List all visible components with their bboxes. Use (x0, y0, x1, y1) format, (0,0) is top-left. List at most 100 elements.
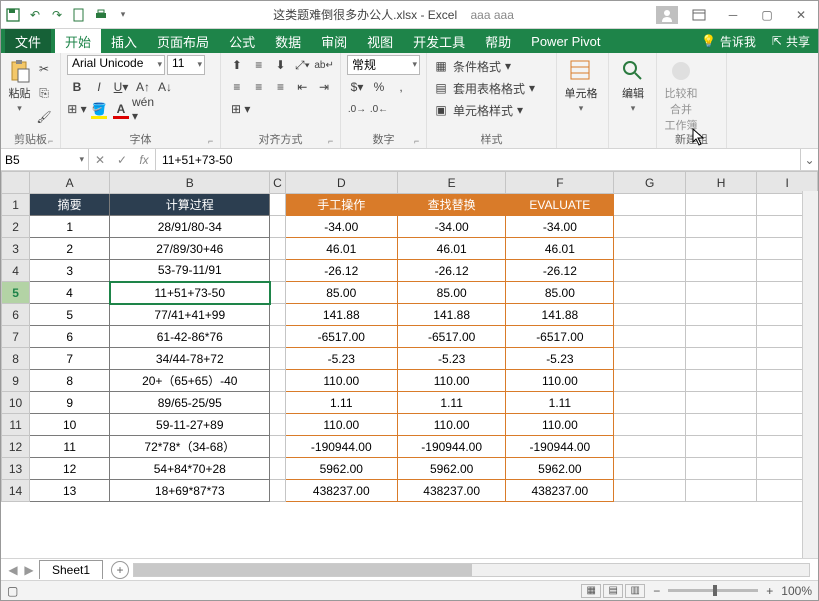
cell[interactable]: 89/65-25/95 (110, 392, 270, 414)
share-button[interactable]: ⇱共享 (764, 33, 818, 50)
row-header[interactable]: 14 (2, 480, 30, 502)
cell[interactable]: 59-11-27+89 (110, 414, 270, 436)
cell[interactable]: 13 (30, 480, 110, 502)
vertical-scrollbar[interactable] (802, 191, 818, 558)
row-header[interactable]: 7 (2, 326, 30, 348)
cancel-icon[interactable]: ✕ (89, 153, 111, 167)
grid-area[interactable]: ABCDEFGHI1摘要计算过程手工操作查找替换EVALUATE2128/91/… (1, 171, 818, 558)
compare-merge-button[interactable]: 比较和合并 工作簿 (663, 55, 699, 133)
cell[interactable]: -34.00 (506, 216, 614, 238)
pagebreak-view-icon[interactable]: ▥ (625, 584, 645, 598)
col-header[interactable]: E (398, 172, 506, 194)
row-header[interactable]: 8 (2, 348, 30, 370)
cell[interactable]: 110.00 (506, 370, 614, 392)
cell[interactable]: -6517.00 (506, 326, 614, 348)
cell[interactable]: 438237.00 (285, 480, 398, 502)
tab-formula[interactable]: 公式 (219, 29, 265, 53)
cell-style-button[interactable]: ▣单元格样式 ▾ (433, 100, 550, 120)
tab-data[interactable]: 数据 (265, 29, 311, 53)
row-header[interactable]: 4 (2, 260, 30, 282)
cell[interactable]: 141.88 (506, 304, 614, 326)
cell[interactable]: 110.00 (398, 414, 506, 436)
zoom-slider[interactable] (668, 589, 758, 592)
cell[interactable]: 110.00 (285, 414, 398, 436)
decrease-indent-icon[interactable]: ⇤ (292, 77, 312, 97)
cell[interactable]: 141.88 (285, 304, 398, 326)
cut-icon[interactable]: ✂ (34, 59, 54, 79)
cell[interactable]: 77/41+41+99 (110, 304, 270, 326)
cell[interactable] (270, 392, 285, 414)
font-name-select[interactable]: Arial Unicode▾ (67, 55, 165, 75)
cell[interactable]: 85.00 (398, 282, 506, 304)
cell[interactable]: 手工操作 (285, 194, 398, 216)
col-header[interactable]: A (30, 172, 110, 194)
row-header[interactable]: 13 (2, 458, 30, 480)
select-all-cell[interactable] (2, 172, 30, 194)
fill-color-button[interactable]: 🪣 (89, 99, 109, 119)
col-header[interactable]: F (506, 172, 614, 194)
cell[interactable]: -34.00 (398, 216, 506, 238)
new-icon[interactable] (71, 7, 87, 23)
cell[interactable]: 110.00 (285, 370, 398, 392)
align-right-icon[interactable]: ≡ (271, 77, 291, 97)
comma-icon[interactable]: , (391, 77, 411, 97)
cell[interactable]: 141.88 (398, 304, 506, 326)
cell[interactable] (270, 216, 285, 238)
undo-icon[interactable]: ↶ (27, 7, 43, 23)
normal-view-icon[interactable]: ▦ (581, 584, 601, 598)
cell[interactable]: 4 (30, 282, 110, 304)
row-header[interactable]: 10 (2, 392, 30, 414)
tab-view[interactable]: 视图 (357, 29, 403, 53)
fx-icon[interactable]: fx (133, 153, 155, 167)
cell[interactable]: -5.23 (398, 348, 506, 370)
merge-button[interactable]: ⊞ ▾ (227, 99, 254, 119)
percent-icon[interactable]: % (369, 77, 389, 97)
cell[interactable]: 438237.00 (398, 480, 506, 502)
font-size-select[interactable]: 11▾ (167, 55, 205, 75)
cell[interactable]: 1.11 (285, 392, 398, 414)
align-center-icon[interactable]: ≡ (249, 77, 269, 97)
cell[interactable]: 7 (30, 348, 110, 370)
cell[interactable]: 46.01 (506, 238, 614, 260)
number-format-select[interactable]: 常规▾ (347, 55, 420, 75)
macro-record-icon[interactable]: ▢ (7, 584, 18, 598)
cell[interactable] (270, 238, 285, 260)
name-box[interactable]: B5▾ (1, 149, 89, 170)
phonetic-button[interactable]: wén ▾ (133, 99, 153, 119)
decrease-decimal-icon[interactable]: .0← (369, 99, 389, 119)
cell[interactable]: 1 (30, 216, 110, 238)
cell[interactable]: -34.00 (285, 216, 398, 238)
tab-review[interactable]: 审阅 (311, 29, 357, 53)
cell[interactable]: -190944.00 (398, 436, 506, 458)
expand-formula-icon[interactable]: ⌄ (800, 149, 818, 170)
cell[interactable]: -5.23 (285, 348, 398, 370)
align-top-icon[interactable]: ⬆ (227, 55, 247, 75)
decrease-font-icon[interactable]: A↓ (155, 77, 175, 97)
increase-decimal-icon[interactable]: .0→ (347, 99, 367, 119)
cell[interactable]: 438237.00 (506, 480, 614, 502)
quickprint-icon[interactable] (93, 7, 109, 23)
cell[interactable]: 3 (30, 260, 110, 282)
cell[interactable]: 8 (30, 370, 110, 392)
cell[interactable]: -6517.00 (398, 326, 506, 348)
minimize-icon[interactable]: ─ (720, 5, 746, 25)
cell[interactable] (270, 304, 285, 326)
paste-button[interactable]: 粘贴 ▾ (7, 55, 32, 127)
row-header[interactable]: 6 (2, 304, 30, 326)
dialog-launcher-icon[interactable]: ⌐ (48, 136, 58, 146)
table-format-button[interactable]: ▤套用表格格式 ▾ (433, 78, 550, 98)
cell[interactable]: 计算过程 (110, 194, 270, 216)
cell[interactable]: 10 (30, 414, 110, 436)
cell[interactable]: -26.12 (285, 260, 398, 282)
cell[interactable] (270, 370, 285, 392)
cell[interactable]: 6 (30, 326, 110, 348)
cell[interactable]: -5.23 (506, 348, 614, 370)
tab-help[interactable]: 帮助 (475, 29, 521, 53)
cell[interactable]: 46.01 (285, 238, 398, 260)
cell[interactable]: 11+51+73-50 (110, 282, 270, 304)
tab-powerpivot[interactable]: Power Pivot (521, 29, 610, 53)
dialog-launcher-icon[interactable]: ⌐ (208, 136, 218, 146)
editing-button[interactable]: 编辑 ▾ (615, 55, 651, 114)
cell[interactable]: 18+69*87*73 (110, 480, 270, 502)
cell[interactable]: 摘要 (30, 194, 110, 216)
